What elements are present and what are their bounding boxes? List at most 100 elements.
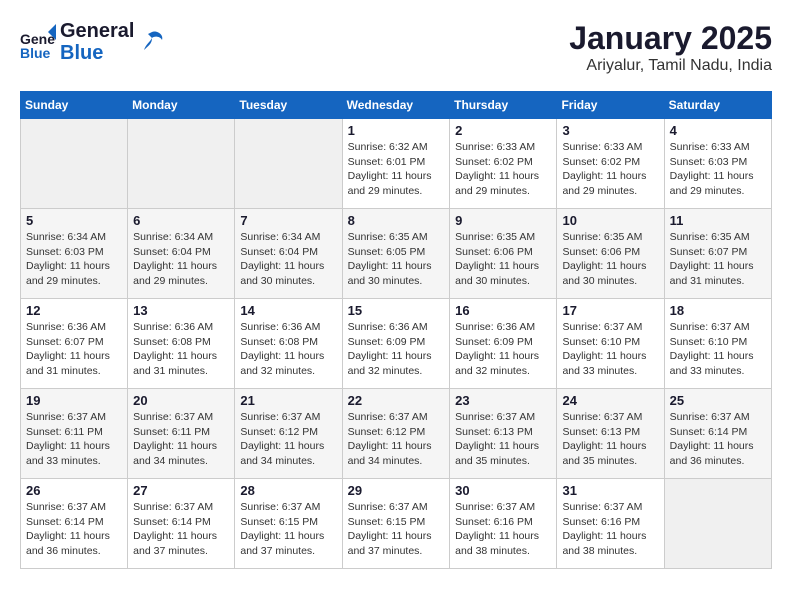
day-number: 8 bbox=[348, 213, 445, 228]
day-info: Sunrise: 6:37 AM Sunset: 6:13 PM Dayligh… bbox=[562, 410, 658, 469]
day-info: Sunrise: 6:35 AM Sunset: 6:07 PM Dayligh… bbox=[670, 230, 766, 289]
calendar-cell: 20 Sunrise: 6:37 AM Sunset: 6:11 PM Dayli… bbox=[128, 389, 235, 479]
calendar-week-row: 26 Sunrise: 6:37 AM Sunset: 6:14 PM Dayli… bbox=[21, 479, 772, 569]
calendar-week-row: 1 Sunrise: 6:32 AM Sunset: 6:01 PM Daylig… bbox=[21, 119, 772, 209]
calendar-table: SundayMondayTuesdayWednesdayThursdayFrid… bbox=[20, 91, 772, 569]
day-of-week-header: Thursday bbox=[450, 92, 557, 119]
calendar-cell: 3Sunrise: 6:33 AM Sunset: 6:02 PM Daylig… bbox=[557, 119, 664, 209]
calendar-cell: 26 Sunrise: 6:37 AM Sunset: 6:14 PM Dayli… bbox=[21, 479, 128, 569]
logo-icon: General Blue bbox=[20, 24, 56, 60]
calendar-cell bbox=[235, 119, 342, 209]
day-info: Sunrise: 6:37 AM Sunset: 6:15 PM Dayligh… bbox=[240, 500, 336, 559]
calendar-week-row: 19 Sunrise: 6:37 AM Sunset: 6:11 PM Dayli… bbox=[21, 389, 772, 479]
day-number: 27 bbox=[133, 483, 229, 498]
day-info: Sunrise: 6:35 AM Sunset: 6:06 PM Dayligh… bbox=[562, 230, 658, 289]
day-number: 18 bbox=[670, 303, 766, 318]
day-number: 6 bbox=[133, 213, 229, 228]
calendar-cell: 5Sunrise: 6:34 AM Sunset: 6:03 PM Daylig… bbox=[21, 209, 128, 299]
day-info: Sunrise: 6:37 AM Sunset: 6:11 PM Dayligh… bbox=[133, 410, 229, 469]
day-number: 13 bbox=[133, 303, 229, 318]
calendar-cell: 13 Sunrise: 6:36 AM Sunset: 6:08 PM Dayli… bbox=[128, 299, 235, 389]
calendar-body: 1 Sunrise: 6:32 AM Sunset: 6:01 PM Daylig… bbox=[21, 119, 772, 569]
calendar-cell: 19 Sunrise: 6:37 AM Sunset: 6:11 PM Dayli… bbox=[21, 389, 128, 479]
day-info: Sunrise: 6:37 AM Sunset: 6:12 PM Dayligh… bbox=[348, 410, 445, 469]
day-number: 4 bbox=[670, 123, 766, 138]
day-info: Sunrise: 6:37 AM Sunset: 6:16 PM Dayligh… bbox=[455, 500, 551, 559]
day-number: 17 bbox=[562, 303, 658, 318]
day-number: 11 bbox=[670, 213, 766, 228]
day-info: Sunrise: 6:37 AM Sunset: 6:10 PM Dayligh… bbox=[562, 320, 658, 379]
calendar-week-row: 12Sunrise: 6:36 AM Sunset: 6:07 PM Dayli… bbox=[21, 299, 772, 389]
day-info: Sunrise: 6:37 AM Sunset: 6:16 PM Dayligh… bbox=[562, 500, 658, 559]
logo-blue-text: Blue bbox=[60, 42, 134, 64]
calendar-cell: 6Sunrise: 6:34 AM Sunset: 6:04 PM Daylig… bbox=[128, 209, 235, 299]
day-number: 19 bbox=[26, 393, 122, 408]
calendar-cell: 9 Sunrise: 6:35 AM Sunset: 6:06 PM Daylig… bbox=[450, 209, 557, 299]
calendar-cell bbox=[21, 119, 128, 209]
day-info: Sunrise: 6:33 AM Sunset: 6:02 PM Dayligh… bbox=[455, 140, 551, 199]
calendar-cell bbox=[664, 479, 771, 569]
page-header: General Blue General Blue January 2025 A… bbox=[20, 20, 772, 75]
day-number: 9 bbox=[455, 213, 551, 228]
day-info: Sunrise: 6:37 AM Sunset: 6:14 PM Dayligh… bbox=[133, 500, 229, 559]
day-number: 1 bbox=[348, 123, 445, 138]
day-info: Sunrise: 6:37 AM Sunset: 6:13 PM Dayligh… bbox=[455, 410, 551, 469]
day-number: 22 bbox=[348, 393, 445, 408]
day-number: 14 bbox=[240, 303, 336, 318]
day-number: 7 bbox=[240, 213, 336, 228]
day-number: 30 bbox=[455, 483, 551, 498]
day-info: Sunrise: 6:37 AM Sunset: 6:10 PM Dayligh… bbox=[670, 320, 766, 379]
logo: General Blue General Blue bbox=[20, 20, 166, 64]
calendar-cell: 22 Sunrise: 6:37 AM Sunset: 6:12 PM Dayli… bbox=[342, 389, 450, 479]
calendar-week-row: 5Sunrise: 6:34 AM Sunset: 6:03 PM Daylig… bbox=[21, 209, 772, 299]
day-number: 25 bbox=[670, 393, 766, 408]
calendar-cell: 11 Sunrise: 6:35 AM Sunset: 6:07 PM Dayli… bbox=[664, 209, 771, 299]
day-number: 24 bbox=[562, 393, 658, 408]
calendar-cell: 10 Sunrise: 6:35 AM Sunset: 6:06 PM Dayli… bbox=[557, 209, 664, 299]
day-number: 29 bbox=[348, 483, 445, 498]
day-number: 16 bbox=[455, 303, 551, 318]
day-info: Sunrise: 6:37 AM Sunset: 6:15 PM Dayligh… bbox=[348, 500, 445, 559]
calendar-cell: 31 Sunrise: 6:37 AM Sunset: 6:16 PM Dayli… bbox=[557, 479, 664, 569]
svg-text:Blue: Blue bbox=[20, 45, 51, 60]
day-number: 15 bbox=[348, 303, 445, 318]
day-info: Sunrise: 6:33 AM Sunset: 6:03 PM Dayligh… bbox=[670, 140, 766, 199]
day-info: Sunrise: 6:36 AM Sunset: 6:08 PM Dayligh… bbox=[240, 320, 336, 379]
calendar-cell: 23Sunrise: 6:37 AM Sunset: 6:13 PM Dayli… bbox=[450, 389, 557, 479]
day-number: 26 bbox=[26, 483, 122, 498]
day-info: Sunrise: 6:36 AM Sunset: 6:09 PM Dayligh… bbox=[455, 320, 551, 379]
day-number: 20 bbox=[133, 393, 229, 408]
day-info: Sunrise: 6:37 AM Sunset: 6:14 PM Dayligh… bbox=[670, 410, 766, 469]
day-of-week-header: Wednesday bbox=[342, 92, 450, 119]
day-number: 10 bbox=[562, 213, 658, 228]
days-of-week-row: SundayMondayTuesdayWednesdayThursdayFrid… bbox=[21, 92, 772, 119]
day-info: Sunrise: 6:35 AM Sunset: 6:05 PM Dayligh… bbox=[348, 230, 445, 289]
calendar-cell bbox=[128, 119, 235, 209]
calendar-cell: 29 Sunrise: 6:37 AM Sunset: 6:15 PM Dayli… bbox=[342, 479, 450, 569]
calendar-cell: 21 Sunrise: 6:37 AM Sunset: 6:12 PM Dayli… bbox=[235, 389, 342, 479]
day-info: Sunrise: 6:34 AM Sunset: 6:03 PM Dayligh… bbox=[26, 230, 122, 289]
calendar-cell: 15Sunrise: 6:36 AM Sunset: 6:09 PM Dayli… bbox=[342, 299, 450, 389]
day-info: Sunrise: 6:34 AM Sunset: 6:04 PM Dayligh… bbox=[240, 230, 336, 289]
logo-bird-icon bbox=[138, 28, 166, 56]
day-info: Sunrise: 6:37 AM Sunset: 6:11 PM Dayligh… bbox=[26, 410, 122, 469]
calendar-cell: 17 Sunrise: 6:37 AM Sunset: 6:10 PM Dayli… bbox=[557, 299, 664, 389]
day-number: 12 bbox=[26, 303, 122, 318]
day-number: 21 bbox=[240, 393, 336, 408]
day-number: 31 bbox=[562, 483, 658, 498]
day-number: 2 bbox=[455, 123, 551, 138]
day-info: Sunrise: 6:37 AM Sunset: 6:12 PM Dayligh… bbox=[240, 410, 336, 469]
day-info: Sunrise: 6:35 AM Sunset: 6:06 PM Dayligh… bbox=[455, 230, 551, 289]
logo-general-text: General bbox=[60, 20, 134, 42]
day-info: Sunrise: 6:32 AM Sunset: 6:01 PM Dayligh… bbox=[348, 140, 445, 199]
calendar-cell: 27 Sunrise: 6:37 AM Sunset: 6:14 PM Dayli… bbox=[128, 479, 235, 569]
title-block: January 2025 Ariyalur, Tamil Nadu, India bbox=[569, 20, 772, 75]
calendar-cell: 30 Sunrise: 6:37 AM Sunset: 6:16 PM Dayli… bbox=[450, 479, 557, 569]
day-info: Sunrise: 6:37 AM Sunset: 6:14 PM Dayligh… bbox=[26, 500, 122, 559]
calendar-cell: 8 Sunrise: 6:35 AM Sunset: 6:05 PM Daylig… bbox=[342, 209, 450, 299]
month-year-title: January 2025 bbox=[569, 20, 772, 57]
day-number: 28 bbox=[240, 483, 336, 498]
calendar-cell: 16 Sunrise: 6:36 AM Sunset: 6:09 PM Dayli… bbox=[450, 299, 557, 389]
day-info: Sunrise: 6:36 AM Sunset: 6:08 PM Dayligh… bbox=[133, 320, 229, 379]
calendar-cell: 4 Sunrise: 6:33 AM Sunset: 6:03 PM Daylig… bbox=[664, 119, 771, 209]
